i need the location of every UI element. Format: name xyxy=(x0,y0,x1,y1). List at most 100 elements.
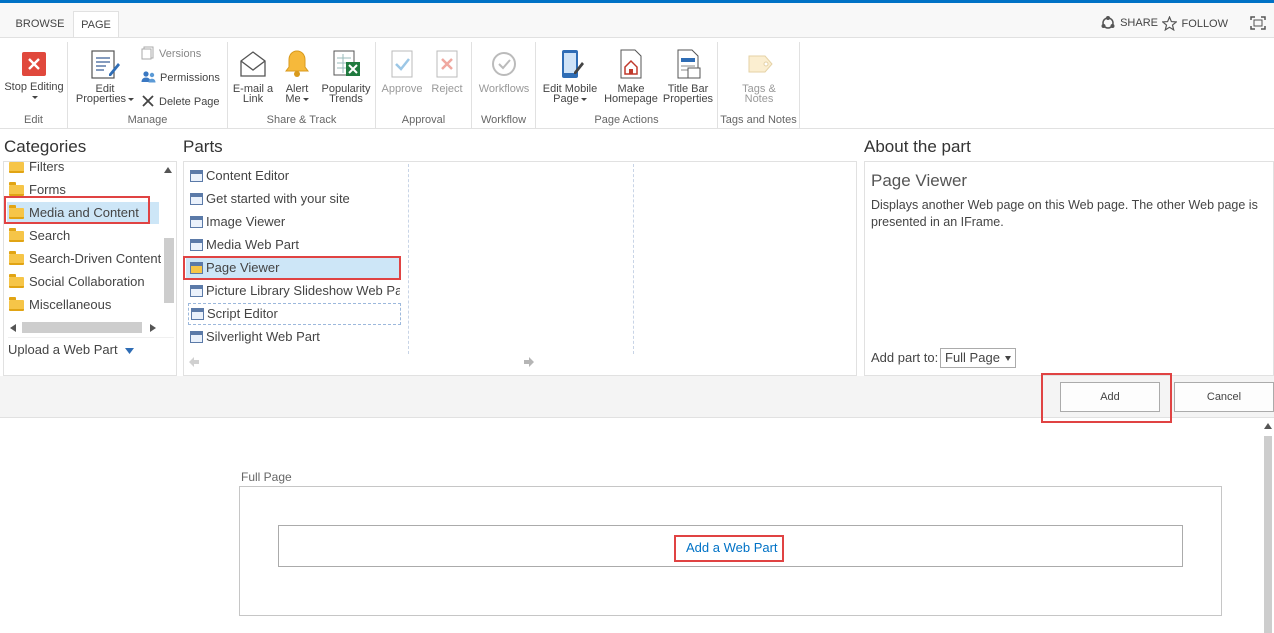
ribbon-group-share-track: E-mail a Link Alert Me Popularity Trends… xyxy=(228,42,376,128)
categories-horizontal-scrollbar[interactable] xyxy=(6,321,161,335)
add-web-part-link[interactable]: Add a Web Part xyxy=(686,540,778,555)
group-label-workflow: Workflow xyxy=(480,114,527,126)
add-part-to-label: Add part to: xyxy=(871,350,939,365)
upload-web-part-link[interactable]: Upload a Web Part xyxy=(8,337,174,357)
add-part-to-select[interactable]: Full Page xyxy=(940,348,1016,368)
tab-page[interactable]: PAGE xyxy=(73,11,119,40)
edit-mobile-page-label-2: Page xyxy=(553,93,579,105)
delete-page-label: Delete Page xyxy=(159,96,220,108)
approve-button[interactable]: Approve xyxy=(380,48,424,95)
versions-button[interactable]: Versions xyxy=(141,44,201,64)
part-label: Media Web Part xyxy=(206,237,299,252)
folder-icon xyxy=(9,227,24,242)
workflows-label: Workflows xyxy=(478,83,530,95)
scrollbar-thumb[interactable] xyxy=(22,322,142,333)
scrollbar-thumb[interactable] xyxy=(1264,436,1272,633)
about-part-title: Page Viewer xyxy=(871,171,968,190)
part-picture-library-slideshow[interactable]: Picture Library Slideshow Web Part xyxy=(190,280,400,302)
category-forms[interactable]: Forms xyxy=(9,179,66,201)
ribbon-tab-row: BROWSE PAGE SHARE FOLLOW xyxy=(0,3,1274,40)
people-icon xyxy=(141,70,156,87)
category-media-and-content[interactable]: Media and Content xyxy=(7,202,159,224)
category-label: Media and Content xyxy=(29,205,139,220)
edit-mobile-page-button[interactable]: Edit Mobile Page xyxy=(540,48,600,105)
category-label: Search-Driven Content xyxy=(29,251,162,266)
follow-link[interactable]: FOLLOW xyxy=(1161,16,1228,31)
web-part-icon xyxy=(190,170,203,182)
scrollbar-thumb[interactable] xyxy=(164,238,174,303)
add-button[interactable]: Add xyxy=(1060,382,1160,412)
category-miscellaneous[interactable]: Miscellaneous xyxy=(9,294,111,316)
delete-page-button[interactable]: Delete Page xyxy=(141,92,220,112)
page-viewer-icon xyxy=(190,262,203,274)
chevron-down-icon xyxy=(302,97,309,101)
categories-vertical-scrollbar[interactable] xyxy=(161,163,176,320)
page-vertical-scrollbar[interactable] xyxy=(1262,418,1274,633)
title-bar-properties-icon xyxy=(672,48,704,80)
part-content-editor[interactable]: Content Editor xyxy=(190,165,400,187)
add-part-to-value: Full Page xyxy=(945,350,1000,365)
column-divider xyxy=(408,164,409,354)
group-label-approval: Approval xyxy=(401,114,446,126)
scroll-right-icon xyxy=(150,324,156,332)
chevron-down-icon xyxy=(580,97,587,101)
folder-icon xyxy=(9,181,24,196)
previous-page-icon[interactable] xyxy=(189,357,199,367)
part-silverlight-web-part[interactable]: Silverlight Web Part xyxy=(190,326,400,348)
image-icon xyxy=(190,216,203,228)
fullscreen-icon xyxy=(1250,16,1266,30)
folder-icon xyxy=(9,204,24,219)
column-divider xyxy=(633,164,634,354)
upload-label: Upload a Web Part xyxy=(8,342,118,357)
category-filters[interactable]: Filters xyxy=(9,161,65,178)
part-media-web-part[interactable]: Media Web Part xyxy=(190,234,400,256)
category-label: Search xyxy=(29,228,71,243)
make-homepage-button[interactable]: Make Homepage xyxy=(602,48,660,105)
scroll-left-icon xyxy=(10,324,16,332)
category-search-driven-content[interactable]: Search-Driven Content xyxy=(9,248,161,270)
popularity-trends-button[interactable]: Popularity Trends xyxy=(318,48,374,105)
part-image-viewer[interactable]: Image Viewer xyxy=(190,211,400,233)
tags-notes-button[interactable]: Tags & Notes xyxy=(728,48,790,105)
email-link-button[interactable]: E-mail a Link xyxy=(232,48,274,105)
title-bar-properties-label-2: Properties xyxy=(662,93,714,105)
group-label-share-track: Share & Track xyxy=(266,114,337,126)
share-label: SHARE xyxy=(1120,17,1158,29)
alert-me-label-2: Me xyxy=(285,93,301,105)
part-get-started[interactable]: Get started with your site xyxy=(190,188,400,210)
edit-properties-button[interactable]: Edit Properties xyxy=(74,48,136,105)
part-script-editor[interactable]: Script Editor xyxy=(188,303,401,325)
alert-me-button[interactable]: Alert Me xyxy=(278,48,316,105)
next-page-icon[interactable] xyxy=(524,357,534,367)
category-social-collaboration[interactable]: Social Collaboration xyxy=(9,271,145,293)
permissions-label: Permissions xyxy=(160,72,220,84)
share-link[interactable]: SHARE xyxy=(1101,16,1158,30)
email-link-label-2: Link xyxy=(242,93,264,105)
web-part-icon xyxy=(190,239,203,251)
part-label: Content Editor xyxy=(206,168,290,183)
category-label: Filters xyxy=(29,161,65,174)
stop-editing-icon xyxy=(22,52,46,76)
zone-label: Full Page xyxy=(241,470,292,484)
title-bar-properties-button[interactable]: Title Bar Properties xyxy=(660,48,716,105)
tags-notes-label-2: Notes xyxy=(744,93,774,105)
chevron-down-icon xyxy=(128,97,135,101)
permissions-button[interactable]: Permissions xyxy=(141,68,220,88)
workflows-button[interactable]: Workflows xyxy=(476,48,532,95)
scroll-up-icon xyxy=(1264,423,1272,429)
stop-editing-button[interactable]: Stop Editing xyxy=(2,48,66,102)
part-page-viewer[interactable]: Page Viewer xyxy=(186,257,400,279)
category-search[interactable]: Search xyxy=(9,225,70,247)
cancel-button[interactable]: Cancel xyxy=(1174,382,1274,412)
group-label-edit: Edit xyxy=(24,114,43,126)
categories-list: Filters Forms Media and Content Search S… xyxy=(3,161,177,376)
reject-button[interactable]: Reject xyxy=(426,48,468,95)
bell-icon xyxy=(281,48,313,80)
tab-browse[interactable]: BROWSE xyxy=(10,11,70,40)
focus-on-content-button[interactable] xyxy=(1250,16,1266,30)
reject-label: Reject xyxy=(431,83,463,95)
versions-label: Versions xyxy=(159,48,202,60)
chevron-down-icon xyxy=(1005,356,1011,361)
group-label-tags-notes: Tags and Notes xyxy=(720,114,797,126)
web-part-icon xyxy=(190,193,203,205)
